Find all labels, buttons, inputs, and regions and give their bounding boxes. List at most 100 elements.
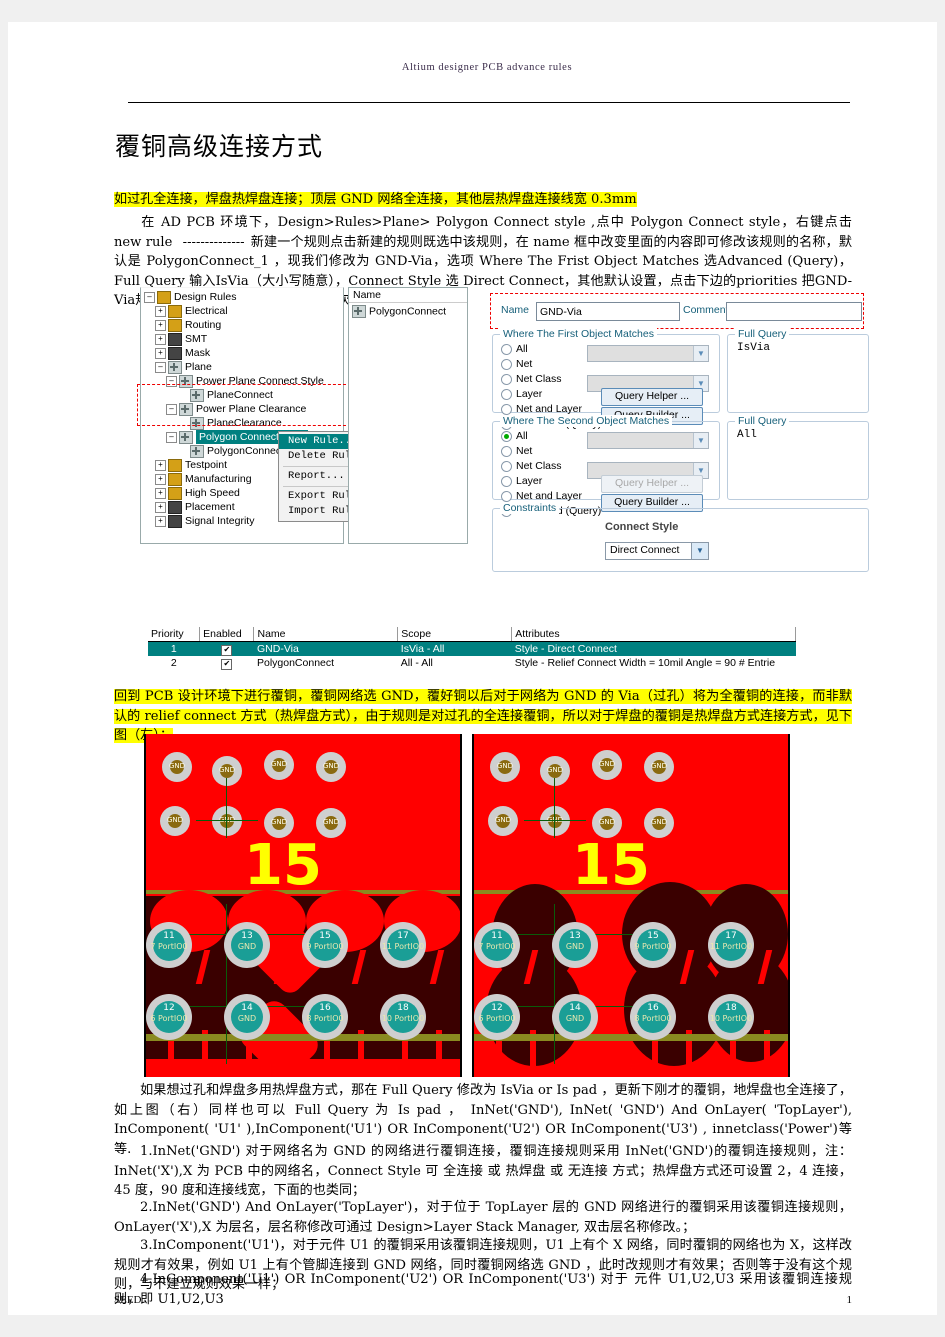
via-net-label: GND xyxy=(218,766,236,774)
radio-icon[interactable] xyxy=(501,373,512,385)
radio-icon[interactable] xyxy=(501,430,512,442)
radio-icon[interactable] xyxy=(501,403,512,415)
pad-designator: 7 PortIO0 xyxy=(150,942,188,951)
radio-icon[interactable] xyxy=(501,475,512,487)
pad: 16 8 PortIO0 xyxy=(630,994,676,1040)
track xyxy=(574,1030,580,1076)
radio-icon[interactable] xyxy=(501,460,512,472)
radio-icon[interactable] xyxy=(501,358,512,370)
expander-icon[interactable]: – xyxy=(144,291,155,303)
rule-comment-input[interactable] xyxy=(726,302,862,321)
second-object-net-combo[interactable]: ▼ xyxy=(587,432,709,449)
via: GND xyxy=(160,806,190,836)
rule-name-input[interactable] xyxy=(536,302,680,321)
pad-designator: 8 PortIO0 xyxy=(306,1014,344,1023)
expander-icon[interactable]: – xyxy=(166,431,177,443)
checkbox-icon[interactable]: ✔ xyxy=(221,644,233,656)
via: GND xyxy=(212,756,242,786)
expander-icon[interactable]: + xyxy=(155,305,166,317)
pcb-polygon-pour-image: GND GND GND GND GND GND GND GND 15 11 7 PortIO0 13 G… xyxy=(144,734,795,1077)
via-net-label: GND xyxy=(270,760,288,768)
expander-icon[interactable]: + xyxy=(155,319,166,331)
via-hole xyxy=(652,760,666,774)
pad: 14 GND xyxy=(552,994,598,1040)
rules-name-list[interactable]: Name PolygonConnect xyxy=(348,287,468,544)
via: GND xyxy=(488,806,518,836)
cell-name: GND-Via xyxy=(253,641,398,656)
tree-node-electrical[interactable]: + Electrical xyxy=(144,304,343,318)
first-object-net-combo[interactable]: ▼ xyxy=(587,345,709,362)
expander-icon[interactable]: + xyxy=(155,501,166,513)
via-hole xyxy=(548,814,562,828)
pad: 14 GND xyxy=(224,994,270,1040)
second-object-legend: Where The Second Object Matches xyxy=(500,415,673,427)
pad-hole xyxy=(637,929,669,961)
via: GND xyxy=(644,808,674,838)
pad-designator: 10 PortIO0 xyxy=(381,1014,425,1023)
tree-label: Routing xyxy=(185,319,222,331)
option-label: Layer xyxy=(516,475,543,487)
table-body[interactable]: 1 ✔ GND-Via IsVia - All Style - Direct Conne… xyxy=(148,641,796,671)
tree-node-mask[interactable]: + Mask xyxy=(144,346,343,360)
pad-number: 12 xyxy=(491,1003,503,1013)
expander-icon[interactable]: + xyxy=(155,487,166,499)
option-label: Net xyxy=(516,445,533,457)
tree-node-design-rules[interactable]: – Design Rules xyxy=(144,290,343,304)
intro-dash: -------------- xyxy=(182,234,245,250)
table-row[interactable]: 1 ✔ GND-Via IsVia - All Style - Direct Conne… xyxy=(148,641,796,656)
pad-hole xyxy=(715,929,747,961)
tail-n2-text: 2.InNet('GND') And OnLayer('TopLayer')，对… xyxy=(114,1200,852,1235)
tree-label: Plane xyxy=(185,361,212,373)
option-label: Net and Layer xyxy=(516,403,582,415)
cell-enabled[interactable]: ✔ xyxy=(199,641,254,656)
expander-icon[interactable]: – xyxy=(155,361,166,373)
chevron-down-icon[interactable]: ▼ xyxy=(691,543,708,559)
column-header-priority[interactable]: Priority xyxy=(148,627,201,642)
cell-enabled[interactable]: ✔ xyxy=(200,656,254,670)
table-row[interactable]: 2 ✔ PolygonConnect All - All Style - Relief … xyxy=(148,656,796,670)
track xyxy=(523,950,539,984)
checkbox-icon[interactable]: ✔ xyxy=(221,658,233,670)
column-header-attributes[interactable]: Attributes xyxy=(511,627,796,642)
column-header-name[interactable]: Name xyxy=(253,627,399,642)
expander-icon[interactable]: + xyxy=(155,515,166,527)
first-object-legend: Where The First Object Matches xyxy=(500,328,657,340)
radio-icon[interactable] xyxy=(501,445,512,457)
radio-icon[interactable] xyxy=(501,388,512,400)
track xyxy=(436,1030,442,1076)
column-header-scope[interactable]: Scope xyxy=(397,627,513,642)
first-query-helper-button[interactable]: Query Helper ... xyxy=(601,388,703,406)
tree-node-routing[interactable]: + Routing xyxy=(144,318,343,332)
tail-n1-text: 1.InNet('GND') 对于网络名为 GND 的网络进行覆铜连接，覆铜连接… xyxy=(114,1144,852,1199)
rules-priority-table[interactable]: Priority Enabled Name Scope Attributes 1 ✔ GND… xyxy=(148,627,796,670)
track xyxy=(686,1030,692,1076)
tree-node-plane[interactable]: – Plane xyxy=(144,360,343,374)
chevron-down-icon[interactable]: ▼ xyxy=(693,346,708,361)
track xyxy=(402,1030,408,1076)
chevron-down-icon[interactable]: ▼ xyxy=(693,433,708,448)
connect-style-select[interactable]: Direct Connect ▼ xyxy=(605,542,709,560)
track xyxy=(351,950,367,984)
pad-hole xyxy=(559,1001,591,1033)
radio-icon[interactable] xyxy=(501,490,512,502)
radio-icon[interactable] xyxy=(501,343,512,355)
name-list-row[interactable]: PolygonConnect xyxy=(349,303,467,319)
pad-designator: 11 PortIO0 xyxy=(381,942,425,951)
pad: 11 7 PortIO0 xyxy=(146,922,192,968)
pad-number: 11 xyxy=(491,931,503,941)
pcb-left-view: GND GND GND GND GND GND GND GND 15 11 7 PortIO0 13 G… xyxy=(144,734,462,1077)
via: GND xyxy=(540,756,570,786)
expander-icon[interactable]: + xyxy=(155,333,166,345)
expander-icon[interactable]: + xyxy=(155,347,166,359)
page-title: 覆铜高级连接方式 xyxy=(115,132,324,161)
expander-icon[interactable]: + xyxy=(155,459,166,471)
routing-icon xyxy=(168,318,182,332)
expander-icon[interactable]: + xyxy=(155,473,166,485)
design-rules-tree[interactable]: – Design Rules + Electrical + Routing + SMT + Ma… xyxy=(137,287,402,544)
pad-hole xyxy=(481,929,513,961)
tree-label: Signal Integrity xyxy=(185,515,255,527)
track xyxy=(429,950,445,984)
name-comment-row: Name Comment xyxy=(490,293,864,329)
tree-node-smt[interactable]: + SMT xyxy=(144,332,343,346)
column-header-enabled[interactable]: Enabled xyxy=(199,627,255,642)
